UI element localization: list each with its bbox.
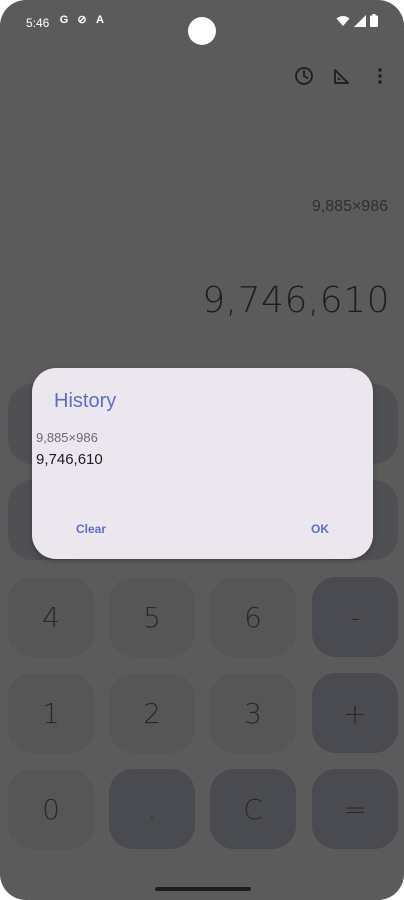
status-time: 5:46 <box>26 16 50 30</box>
calculator-toolbar <box>292 64 392 88</box>
key-decimal[interactable]: . <box>109 769 195 849</box>
key-0[interactable]: 0 <box>8 769 94 849</box>
key-4[interactable]: 4 <box>8 577 94 657</box>
key-equals[interactable]: = <box>312 769 398 849</box>
gesture-navigation-handle[interactable] <box>155 887 251 891</box>
key-clear[interactable]: C <box>210 769 296 849</box>
status-bar: 5:46 G ⊘ A <box>0 0 404 46</box>
key-6[interactable]: 6 <box>210 577 296 657</box>
key-1[interactable]: 1 <box>8 673 94 753</box>
google-icon: G <box>59 14 69 26</box>
app-notification-icon: A <box>96 14 104 26</box>
status-notification-icons: G ⊘ A <box>58 14 106 26</box>
signal-icon <box>354 14 366 27</box>
key-3[interactable]: 3 <box>210 673 296 753</box>
history-dialog: History 9,885×986 9,746,610 Clear OK <box>32 368 373 559</box>
wifi-icon <box>336 15 350 26</box>
key-minus[interactable]: - <box>312 577 398 657</box>
history-item-expression[interactable]: 9,885×986 <box>36 430 98 445</box>
expression-display: 9,885×986 <box>311 198 388 215</box>
key-2[interactable]: 2 <box>109 673 195 753</box>
more-options-icon[interactable] <box>368 64 392 88</box>
clear-history-button[interactable]: Clear <box>70 518 112 540</box>
history-icon[interactable] <box>292 64 316 88</box>
key-plus[interactable]: + <box>312 673 398 753</box>
ok-button[interactable]: OK <box>305 518 335 540</box>
scientific-mode-icon[interactable] <box>330 64 354 88</box>
blocked-icon: ⊘ <box>77 14 87 26</box>
front-camera <box>188 17 216 45</box>
dialog-title: History <box>54 390 117 412</box>
history-item-result[interactable]: 9,746,610 <box>36 451 103 468</box>
calculator-screen: 5:46 G ⊘ A 9,885×986 9,746,610 4 5 6 - 1… <box>0 0 404 900</box>
key-5[interactable]: 5 <box>109 577 195 657</box>
result-display: 9,746,610 <box>202 280 390 321</box>
status-system-icons <box>336 14 378 27</box>
battery-icon <box>370 14 378 27</box>
